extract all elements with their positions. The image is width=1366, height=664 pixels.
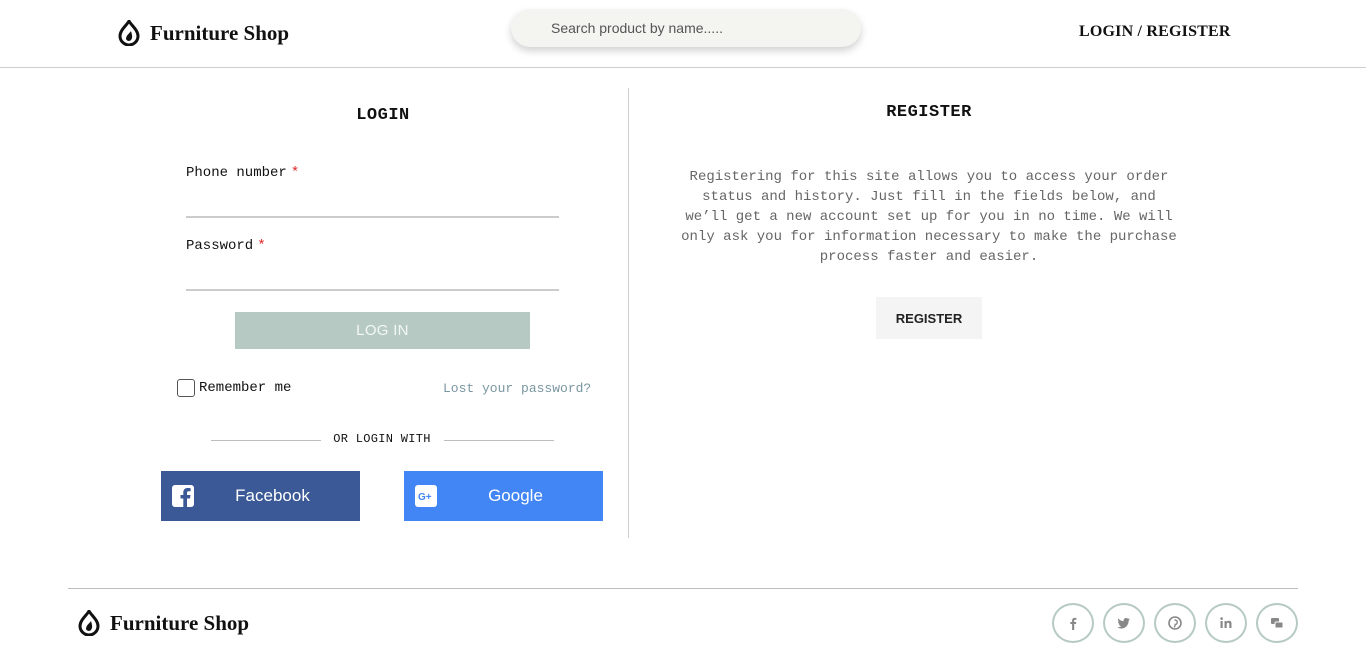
footer-brand[interactable]: Furniture Shop: [78, 610, 249, 636]
footer-chat-link[interactable]: [1256, 603, 1298, 643]
facebook-icon: [172, 485, 194, 507]
password-input[interactable]: [186, 263, 559, 291]
lost-password-link[interactable]: Lost your password?: [443, 381, 591, 396]
or-login-with-text: OR LOGIN WITH: [333, 432, 431, 446]
password-label: Password *: [186, 238, 266, 254]
header-brand[interactable]: Furniture Shop: [118, 20, 289, 46]
site-header: Furniture Shop LOGIN / REGISTER: [0, 0, 1366, 68]
required-mark: *: [257, 238, 266, 254]
pinterest-icon: [1168, 616, 1182, 630]
footer-divider: [68, 588, 1298, 589]
login-title: LOGIN: [356, 106, 410, 125]
brand-name: Furniture Shop: [150, 20, 290, 45]
phone-number-input[interactable]: [186, 190, 559, 218]
or-divider-left: [211, 440, 321, 441]
search-input[interactable]: [511, 9, 861, 47]
column-divider: [628, 88, 629, 538]
footer-twitter-link[interactable]: [1103, 603, 1145, 643]
remember-me-checkbox[interactable]: [177, 379, 195, 397]
login-register-link[interactable]: LOGIN / REGISTER: [1079, 23, 1231, 41]
twitter-icon: [1117, 618, 1130, 629]
or-divider-right: [444, 440, 554, 441]
required-mark: *: [290, 165, 300, 181]
facebook-icon: [1070, 617, 1077, 630]
social-links: [1052, 603, 1298, 643]
phone-label: Phone number *: [186, 165, 299, 181]
footer-pinterest-link[interactable]: [1154, 603, 1196, 643]
register-title: REGISTER: [886, 103, 972, 122]
brand-logo-icon: [78, 610, 100, 636]
google-login-button[interactable]: G+ Google: [404, 471, 603, 521]
facebook-login-button[interactable]: Facebook: [161, 471, 360, 521]
login-button[interactable]: LOG IN: [235, 312, 530, 349]
footer-linkedin-link[interactable]: [1205, 603, 1247, 643]
register-description: Registering for this site allows you to …: [681, 169, 1177, 265]
remember-me[interactable]: Remember me: [177, 379, 291, 397]
chat-icon: [1271, 618, 1284, 629]
phone-label-text: Phone number: [186, 165, 287, 181]
brand-logo-icon: [118, 20, 140, 46]
password-label-text: Password: [186, 238, 254, 254]
svg-text:G+: G+: [418, 492, 432, 503]
linkedin-icon: [1220, 617, 1232, 628]
google-plus-icon: G+: [415, 485, 437, 507]
remember-me-label: Remember me: [199, 380, 292, 396]
register-button[interactable]: REGISTER: [876, 297, 982, 339]
brand-name: Furniture Shop: [110, 610, 250, 635]
footer-facebook-link[interactable]: [1052, 603, 1094, 643]
